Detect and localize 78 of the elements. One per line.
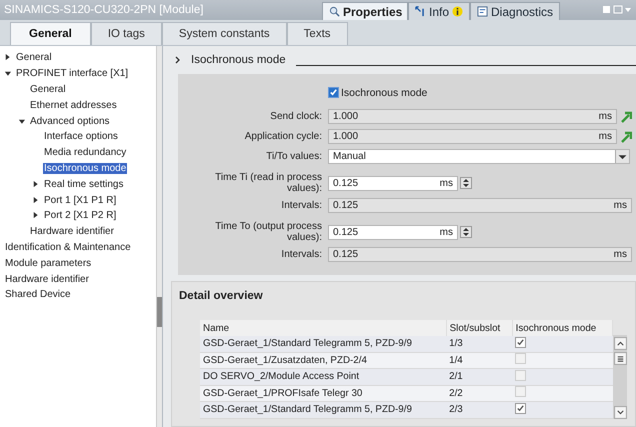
tree-item[interactable]: Module parameters — [4, 258, 92, 269]
triangle-icon[interactable] — [18, 118, 25, 125]
column-header[interactable]: Isochronous mode — [512, 320, 612, 336]
tree-item[interactable]: Interface options — [43, 131, 119, 142]
checkbox-label: Isochronous mode — [341, 86, 428, 98]
tree-item[interactable]: Real time settings — [43, 178, 124, 190]
field-label: Intervals: — [280, 200, 323, 211]
table-cell: 1/3 — [446, 336, 512, 352]
triangle-icon[interactable] — [32, 212, 39, 220]
tree-item[interactable]: General — [29, 84, 67, 95]
tree-item[interactable]: Hardware identifier — [4, 274, 90, 285]
inspector-tab[interactable]: Info — [408, 2, 470, 20]
spin-buttons-icon[interactable] — [460, 226, 472, 238]
table-cell: GSD-Geraet_1/Standard Telegramm 5, PZD-9/9 — [200, 336, 446, 352]
table-cell: 2/3 — [446, 402, 512, 418]
tree-item[interactable]: General — [15, 52, 53, 64]
tree-item[interactable]: Shared Device — [4, 289, 72, 300]
field-label: Time To (output process values): — [214, 221, 323, 243]
table-cell: GSD-Geraet_1/Zusatzdaten, PZD-2/4 — [200, 352, 446, 368]
tab[interactable]: IO tags — [90, 22, 162, 45]
readonly-field: 1.000 ms — [328, 129, 617, 144]
tree-item[interactable]: PROFINET interface [X1] — [15, 68, 130, 80]
info-badge-icon — [452, 6, 464, 17]
tree-item[interactable]: Port 2 [X1 P2 R] — [43, 210, 118, 222]
table-cell: GSD-Geraet_1/Standard Telegramm 5, PZD-9/9 — [200, 402, 446, 418]
chevron-icon — [175, 56, 181, 64]
tree-item[interactable]: Hardware identifier — [29, 226, 115, 238]
table-cell: GSD-Geraet_1/PROFIsafe Telegr 30 — [200, 385, 446, 402]
magnifier-icon — [329, 6, 340, 17]
checkbox[interactable] — [328, 87, 339, 98]
scrollbar[interactable] — [156, 46, 162, 427]
checkbox[interactable] — [515, 353, 526, 364]
info-arrow-icon — [415, 6, 426, 17]
scrollbar[interactable] — [613, 335, 627, 418]
field-label: Ti/To values: — [265, 151, 323, 162]
scroll-thumb-icon[interactable] — [614, 352, 627, 365]
window-title: SINAMICS-S120-CU320-2PN [Module] — [4, 4, 204, 16]
tree-item[interactable]: Advanced options — [29, 116, 111, 127]
field-label: Time Ti (read in process values): — [214, 172, 323, 194]
triangle-icon[interactable] — [32, 180, 39, 188]
checkbox[interactable] — [515, 386, 526, 398]
checkbox[interactable] — [515, 337, 526, 348]
triangle-icon[interactable] — [4, 54, 11, 62]
tree-item[interactable]: Ethernet addresses — [29, 100, 118, 111]
dropdown[interactable]: Manual — [328, 149, 630, 164]
tree-item[interactable]: Isochronous mode — [43, 162, 128, 174]
field-label: Application cycle: — [244, 131, 323, 142]
column-header[interactable]: Slot/subslot — [446, 320, 512, 336]
scroll-up-icon[interactable] — [614, 337, 627, 350]
field-label: Send clock: — [269, 111, 323, 122]
inspector-tab[interactable]: Diagnostics — [470, 2, 560, 20]
checkbox[interactable] — [515, 370, 526, 381]
checkbox[interactable] — [515, 403, 526, 414]
readonly-field: 0.125 ms — [328, 198, 632, 213]
table-cell: 2/1 — [446, 368, 512, 385]
number-input[interactable]: 0.125 ms — [328, 176, 458, 190]
readonly-field: 1.000 ms — [328, 109, 617, 124]
tree-item[interactable]: Identification & Maintenance — [4, 242, 132, 253]
inspector-tab[interactable]: Properties — [322, 2, 408, 20]
tab[interactable]: System constants — [162, 22, 287, 45]
scroll-down-icon[interactable] — [614, 406, 627, 418]
spin-buttons-icon[interactable] — [460, 177, 472, 189]
table-cell: 2/2 — [446, 385, 512, 402]
number-input[interactable]: 0.125 ms — [328, 224, 458, 240]
tree-item[interactable]: Media redundancy — [43, 147, 128, 158]
readonly-field: 0.125 ms — [328, 247, 632, 262]
table-cell: DO SERVO_2/Module Access Point — [200, 368, 446, 385]
diagnostics-icon — [477, 6, 488, 17]
field-label: Intervals: — [280, 249, 323, 260]
column-header[interactable]: Name — [200, 320, 446, 336]
tree-item[interactable]: Port 1 [X1 P1 R] — [43, 194, 118, 206]
triangle-icon[interactable] — [4, 70, 11, 78]
section-title: Isochronous mode — [191, 54, 286, 66]
triangle-icon[interactable] — [32, 196, 39, 204]
tab[interactable]: General — [10, 22, 91, 45]
tab[interactable]: Texts — [286, 22, 348, 45]
panel-title: Detail overview — [178, 290, 264, 304]
table-cell: 1/4 — [446, 352, 512, 368]
